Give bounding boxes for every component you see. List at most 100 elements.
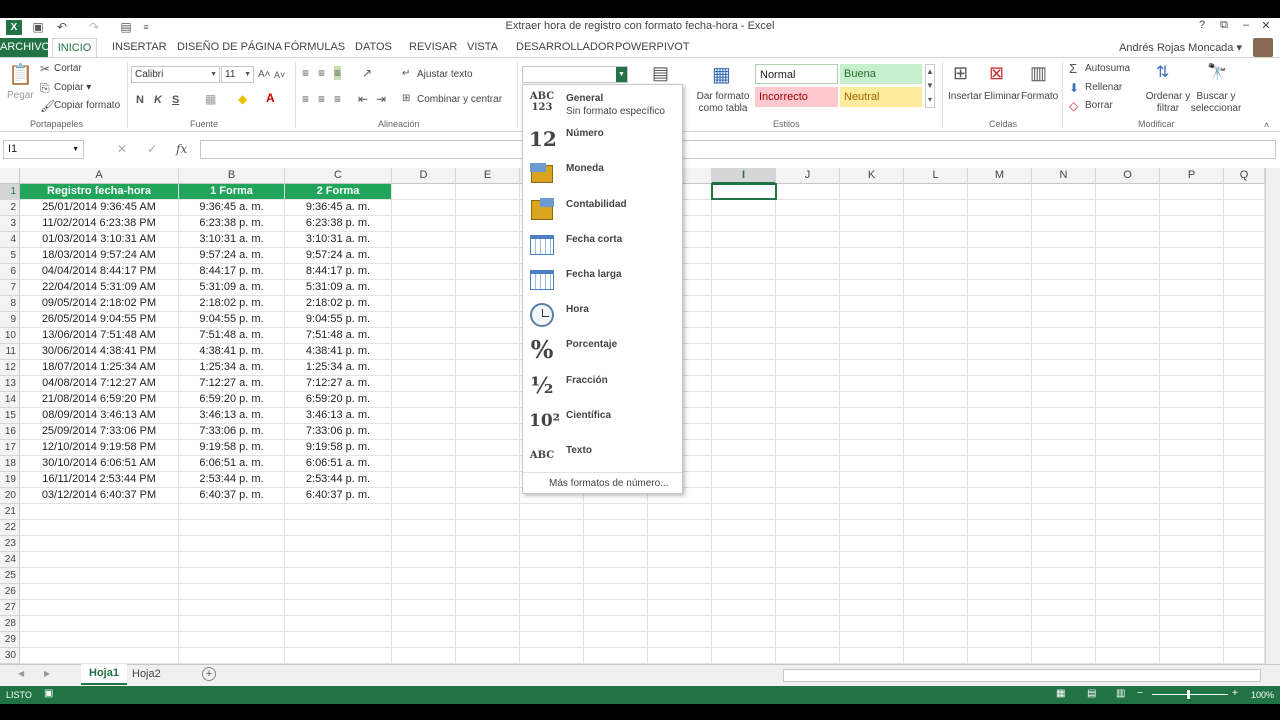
fill-button[interactable]: Rellenar <box>1085 82 1122 93</box>
table-cell[interactable]: 16/11/2014 2:53:44 PM <box>20 472 179 488</box>
row-header[interactable]: 24 <box>0 552 20 568</box>
table-cell[interactable]: 6:06:51 a. m. <box>285 456 392 472</box>
copy-button[interactable]: Copiar ▾ <box>54 82 91 93</box>
column-header-k[interactable]: K <box>840 168 904 184</box>
format-option-científica[interactable]: 10² Científica <box>523 406 682 441</box>
table-cell[interactable]: 9:04:55 p. m. <box>179 312 285 328</box>
row-header[interactable]: 1 <box>0 184 20 200</box>
align-middle-icon[interactable]: ≡ <box>318 66 325 80</box>
table-cell[interactable]: 4:38:41 p. m. <box>285 344 392 360</box>
table-cell[interactable]: 04/04/2014 8:44:17 PM <box>20 264 179 280</box>
table-header-cell[interactable]: Registro fecha-hora <box>20 184 179 200</box>
table-cell[interactable]: 25/01/2014 9:36:45 AM <box>20 200 179 216</box>
zoom-level[interactable]: 100% <box>1251 690 1274 700</box>
zoom-slider[interactable] <box>1152 694 1228 695</box>
align-right-icon[interactable]: ≡ <box>334 92 341 106</box>
table-cell[interactable]: 6:23:38 p. m. <box>179 216 285 232</box>
paste-icon[interactable]: 📋 <box>8 62 33 88</box>
column-header-l[interactable]: L <box>904 168 968 184</box>
align-center-icon[interactable]: ≡ <box>318 92 325 106</box>
insert-cells-button[interactable]: Insertar <box>948 91 982 102</box>
format-painter-icon[interactable]: 🖌 <box>40 99 55 113</box>
format-option-fecha-corta[interactable]: Fecha corta <box>523 230 682 265</box>
table-cell[interactable]: 6:59:20 p. m. <box>179 392 285 408</box>
tab-archivo[interactable]: ARCHIVO <box>0 38 50 57</box>
sheet-tab-hoja1[interactable]: Hoja1 <box>81 664 127 685</box>
sort-filter-icon[interactable]: ⇅ <box>1156 62 1169 84</box>
minimize-button[interactable]: – <box>1235 19 1257 35</box>
table-cell[interactable]: 7:33:06 p. m. <box>285 424 392 440</box>
user-name[interactable]: Andrés Rojas Moncada ▾ <box>1119 41 1242 54</box>
table-cell[interactable]: 18/07/2014 1:25:34 AM <box>20 360 179 376</box>
column-header-d[interactable]: D <box>392 168 456 184</box>
prev-sheet-icon[interactable]: ◀ <box>18 669 24 678</box>
underline-button[interactable]: S <box>172 93 179 107</box>
format-option-general[interactable]: ABC 123 General Sin formato específico <box>523 89 682 124</box>
more-number-formats[interactable]: Más formatos de número... <box>549 478 669 489</box>
column-header-c[interactable]: C <box>285 168 392 184</box>
insert-cells-icon[interactable]: ⊞ <box>953 62 968 84</box>
table-cell[interactable]: 03/12/2014 6:40:37 PM <box>20 488 179 504</box>
column-header-a[interactable]: A <box>20 168 179 184</box>
table-cell[interactable]: 1:25:34 a. m. <box>285 360 392 376</box>
row-header[interactable]: 13 <box>0 376 20 392</box>
page-break-icon[interactable]: ▥ <box>1116 688 1125 699</box>
table-cell[interactable]: 08/09/2014 3:46:13 AM <box>20 408 179 424</box>
row-header[interactable]: 16 <box>0 424 20 440</box>
ribbon-display-button[interactable]: ⧉ <box>1213 19 1235 35</box>
increase-indent-icon[interactable]: ⇥ <box>376 92 386 106</box>
autosum-button[interactable]: Autosuma <box>1085 63 1130 74</box>
table-cell[interactable]: 8:44:17 p. m. <box>179 264 285 280</box>
orientation-icon[interactable]: ↗ <box>362 66 372 80</box>
table-cell[interactable]: 2:53:44 p. m. <box>285 472 392 488</box>
table-cell[interactable]: 13/06/2014 7:51:48 AM <box>20 328 179 344</box>
row-header[interactable]: 12 <box>0 360 20 376</box>
find-select-icon[interactable]: 🔭 <box>1207 62 1227 84</box>
table-cell[interactable]: 7:12:27 a. m. <box>285 376 392 392</box>
row-header[interactable]: 25 <box>0 568 20 584</box>
cut-icon[interactable]: ✂ <box>40 62 50 76</box>
row-header[interactable]: 19 <box>0 472 20 488</box>
column-header-b[interactable]: B <box>179 168 285 184</box>
table-cell[interactable]: 7:51:48 a. m. <box>285 328 392 344</box>
table-cell[interactable]: 6:40:37 p. m. <box>179 488 285 504</box>
table-header-cell[interactable]: 1 Forma <box>179 184 285 200</box>
next-sheet-icon[interactable]: ▶ <box>44 669 50 678</box>
table-cell[interactable]: 9:19:58 p. m. <box>285 440 392 456</box>
row-header[interactable]: 10 <box>0 328 20 344</box>
wrap-text-icon[interactable]: ↵ <box>402 67 410 81</box>
table-cell[interactable]: 30/10/2014 6:06:51 AM <box>20 456 179 472</box>
chevron-down-icon[interactable]: ▼ <box>616 67 627 82</box>
increase-font-icon[interactable]: A˄ <box>258 68 271 82</box>
table-cell[interactable]: 9:57:24 a. m. <box>179 248 285 264</box>
style-normal[interactable]: Normal <box>755 64 838 84</box>
delete-cells-icon[interactable]: ⊠ <box>989 62 1004 84</box>
format-painter-button[interactable]: Copiar formato <box>54 100 120 111</box>
sort-filter-button[interactable]: Ordenar y filtrar <box>1144 91 1192 115</box>
format-option-fecha-larga[interactable]: Fecha larga <box>523 265 682 300</box>
autosum-icon[interactable]: Σ <box>1069 62 1077 76</box>
decrease-indent-icon[interactable]: ⇤ <box>358 92 368 106</box>
italic-button[interactable]: K <box>154 93 162 107</box>
conditional-format-icon[interactable]: ▤ <box>652 62 669 84</box>
tab-insertar[interactable]: INSERTAR <box>112 41 167 53</box>
decrease-font-icon[interactable]: A˅ <box>274 68 285 82</box>
format-option-porcentaje[interactable]: % Porcentaje <box>523 335 682 370</box>
align-left-icon[interactable]: ≡ <box>302 92 309 106</box>
row-header[interactable]: 8 <box>0 296 20 312</box>
row-header[interactable]: 23 <box>0 536 20 552</box>
cancel-edit-icon[interactable]: ✕ <box>117 142 127 156</box>
column-header-o[interactable]: O <box>1096 168 1160 184</box>
row-header[interactable]: 2 <box>0 200 20 216</box>
column-header-p[interactable]: P <box>1160 168 1224 184</box>
table-cell[interactable]: 6:59:20 p. m. <box>285 392 392 408</box>
table-cell[interactable]: 21/08/2014 6:59:20 PM <box>20 392 179 408</box>
row-header[interactable]: 18 <box>0 456 20 472</box>
row-header[interactable]: 14 <box>0 392 20 408</box>
fill-icon[interactable]: ⬇ <box>1069 81 1079 95</box>
bold-button[interactable]: N <box>136 93 144 107</box>
style-bad[interactable]: Incorrecto <box>755 87 838 107</box>
table-cell[interactable]: 6:06:51 a. m. <box>179 456 285 472</box>
add-sheet-button[interactable]: + <box>202 667 216 681</box>
zoom-in-icon[interactable]: + <box>1232 688 1238 699</box>
